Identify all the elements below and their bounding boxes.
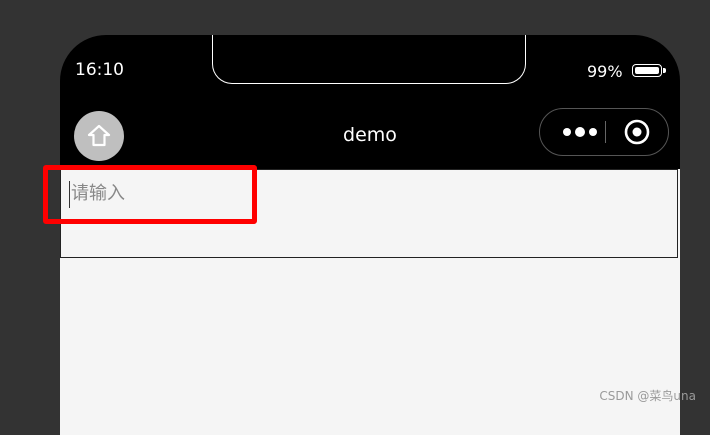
notch: [212, 35, 526, 84]
capsule-divider: [605, 121, 606, 143]
capsule-menu: [539, 108, 669, 156]
annotation-highlight-box: [43, 165, 257, 224]
more-button[interactable]: [556, 109, 604, 154]
target-close-icon: [624, 119, 650, 145]
battery-icon: [632, 64, 666, 77]
watermark: CSDN @菜鸟una: [599, 389, 696, 403]
battery-percent: 99%: [587, 62, 623, 81]
more-dots-icon: [563, 126, 597, 137]
status-time: 16:10: [75, 60, 124, 80]
close-button[interactable]: [623, 118, 651, 150]
phone-frame: 16:10 99% demo: [60, 35, 680, 435]
